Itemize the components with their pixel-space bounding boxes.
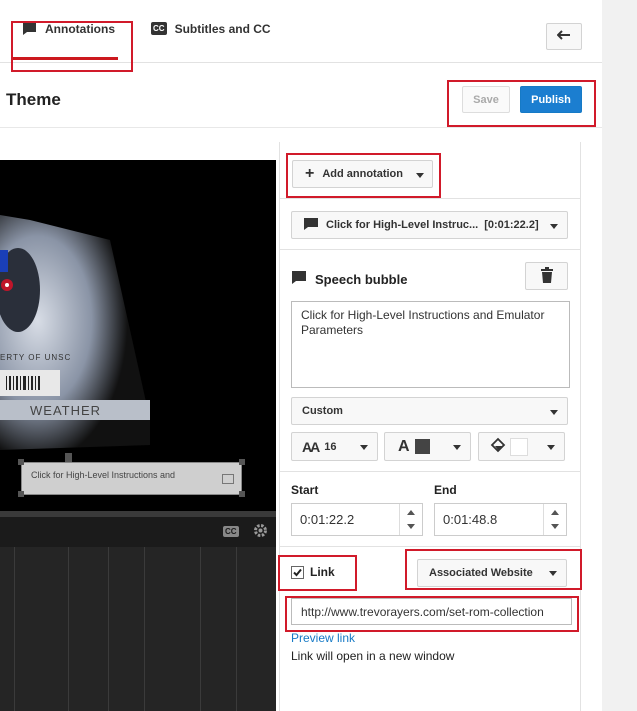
chevron-down-icon [453, 445, 461, 450]
style-select[interactable]: Custom [291, 397, 568, 425]
video-text-university: ERTY OF UNSC [0, 353, 72, 362]
save-button[interactable]: Save [462, 86, 510, 113]
speech-bubble-icon [291, 270, 307, 288]
style-select-label: Custom [302, 405, 343, 417]
text-color-icon: A [398, 437, 410, 455]
link-checkbox[interactable] [291, 565, 304, 579]
link-type-label: Associated Website [429, 567, 533, 579]
delete-button[interactable] [525, 262, 568, 290]
back-button[interactable] [546, 23, 582, 50]
gear-icon[interactable] [252, 522, 269, 542]
start-label: Start [291, 483, 319, 497]
end-time-value: 0:01:48.8 [443, 512, 498, 527]
annotation-editor-panel: Annotations CC Subtitles and CC Theme Sa… [0, 0, 602, 711]
link-indicator-icon [222, 474, 234, 484]
font-size-value: 16 [324, 440, 337, 453]
page-title: Theme [6, 90, 61, 109]
page-background [602, 0, 637, 711]
resize-handle[interactable] [239, 459, 245, 465]
new-window-note: Link will open in a new window [291, 649, 455, 663]
link-url-input[interactable]: http://www.trevorayers.com/set-rom-colle… [291, 598, 572, 625]
video-frame [0, 160, 276, 511]
plus-icon: + [305, 165, 315, 182]
chevron-down-icon [550, 224, 558, 229]
end-label: End [434, 483, 457, 497]
end-time-input[interactable]: 0:01:48.8 [434, 503, 567, 536]
video-player[interactable]: WEATHER ERTY OF UNSC Click for High-Leve… [0, 160, 276, 511]
annotation-timeline[interactable] [0, 547, 276, 711]
paint-bucket-icon [490, 437, 506, 456]
tab-subtitles[interactable]: CC Subtitles and CC [151, 22, 271, 56]
annotation-select[interactable]: Click for High-Level Instruc... [0:01:22… [291, 211, 568, 239]
resize-handle[interactable] [18, 491, 24, 497]
annotation-overlay[interactable]: Click for High-Level Instructions and [21, 462, 242, 495]
text-color-select[interactable]: A [384, 432, 471, 461]
active-tab-underline [13, 57, 118, 60]
start-time-input[interactable]: 0:01:22.2 [291, 503, 423, 536]
tab-annotations[interactable]: Annotations [22, 22, 115, 56]
start-time-value: 0:01:22.2 [300, 512, 355, 527]
speech-bubble-icon [303, 217, 319, 234]
chevron-down-icon [549, 571, 557, 576]
add-annotation-label: Add annotation [322, 168, 403, 180]
annotation-select-label: Click for High-Level Instruc... [326, 219, 479, 231]
tab-annotations-label: Annotations [45, 22, 115, 36]
cc-toggle-icon[interactable]: CC [223, 526, 239, 537]
bubble-pointer-handle[interactable] [65, 453, 72, 462]
annotation-text-input[interactable]: Click for High-Level Instructions and Em… [291, 301, 570, 388]
link-toggle[interactable]: Link [291, 565, 335, 579]
video-control-bar: CC [0, 517, 276, 547]
video-text-weather: WEATHER [30, 403, 102, 418]
annotation-select-time: [0:01:22.2] [484, 219, 539, 231]
speech-bubble-icon [22, 22, 37, 39]
publish-button[interactable]: Publish [520, 86, 582, 113]
annotation-type-label: Speech bubble [315, 271, 408, 287]
background-color-swatch [510, 437, 528, 456]
text-color-swatch [414, 439, 430, 454]
font-size-select[interactable]: AA 16 [291, 432, 378, 461]
title-bar [0, 64, 602, 128]
font-size-icon: AA [302, 438, 320, 455]
link-type-select[interactable]: Associated Website [417, 559, 567, 587]
preview-link[interactable]: Preview link [291, 631, 355, 645]
trash-icon [540, 266, 554, 286]
chevron-down-icon [360, 445, 368, 450]
tab-subtitles-label: Subtitles and CC [174, 22, 271, 36]
resize-handle[interactable] [239, 491, 245, 497]
annotation-type-heading: Speech bubble [291, 270, 407, 288]
chevron-down-icon [550, 410, 558, 415]
annotation-overlay-text: Click for High-Level Instructions and [31, 470, 176, 480]
link-label: Link [310, 565, 335, 579]
add-annotation-button[interactable]: + Add annotation [292, 160, 433, 188]
resize-handle[interactable] [18, 459, 24, 465]
background-color-select[interactable] [478, 432, 565, 461]
chevron-down-icon [547, 445, 555, 450]
end-time-stepper[interactable] [543, 504, 566, 535]
back-arrow-icon [556, 30, 571, 43]
chevron-down-icon [416, 173, 424, 178]
start-time-stepper[interactable] [399, 504, 422, 535]
cc-icon: CC [151, 22, 167, 35]
